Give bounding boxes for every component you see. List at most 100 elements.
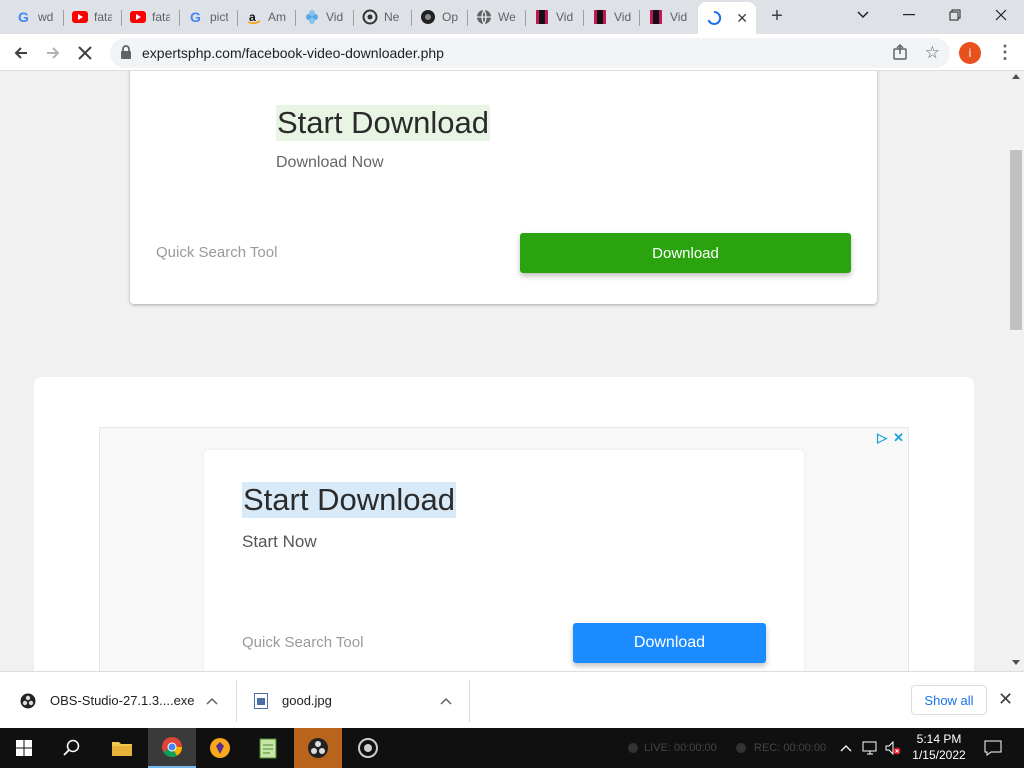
download-filename: good.jpg [282,693,332,708]
tab-3[interactable]: G pict [180,4,238,30]
youtube-icon [130,9,146,25]
close-shelf-icon[interactable]: ✕ [998,689,1013,710]
back-button[interactable] [8,40,34,66]
tab-label: We [498,10,516,24]
stop-icon [78,46,92,60]
url-text: expertsphp.com/facebook-video-downloader… [142,45,444,61]
close-tab-icon[interactable]: ✕ [736,10,748,27]
svg-text:G: G [190,9,201,25]
tab-7[interactable]: Op [412,4,468,30]
notepad-icon[interactable] [244,728,292,768]
tab-label: Op [442,10,459,24]
obs-icon [20,693,36,709]
tab-4[interactable]: a Am [238,4,296,30]
profile-avatar[interactable]: i [959,42,981,64]
close-window-button[interactable] [978,0,1024,30]
tab-2[interactable]: fata [122,4,180,30]
globe-icon [476,9,492,25]
minimize-icon [903,14,915,16]
video-icon [648,9,664,25]
back-arrow-icon [14,47,27,59]
download-item[interactable]: good.jpg [254,672,468,729]
card-heading: Start Download [276,105,490,141]
ad-download-button[interactable]: Download [573,623,766,663]
tray-expand-icon[interactable] [840,728,852,768]
tab-label: Ne [384,10,400,24]
tab-active[interactable]: ✕ [698,2,756,34]
chatgpt-icon [362,9,378,25]
tab-10[interactable]: Vid [584,4,640,30]
chevron-up-icon[interactable] [440,694,452,708]
scroll-down-arrow-icon[interactable] [1012,660,1020,665]
ad-card[interactable]: Start Download Start Now Quick Search To… [204,450,804,671]
obs-icon[interactable] [294,728,342,768]
download-item[interactable]: OBS-Studio-27.1.3....exe [20,672,236,729]
tab-label: Vid [670,10,688,24]
download-shelf: OBS-Studio-27.1.3....exe good.jpg Show a… [0,671,1024,728]
google-icon: G [16,9,32,25]
download-card: Start Download Download Now Quick Search… [130,71,877,304]
google-icon: G [188,9,204,25]
forward-button[interactable] [40,40,66,66]
scroll-up-arrow-icon[interactable] [1012,74,1020,79]
address-bar[interactable]: expertsphp.com/facebook-video-downloader… [110,38,950,68]
start-icon[interactable] [0,728,48,768]
new-tab-button[interactable]: + [766,6,788,28]
video-icon [592,9,608,25]
obs-live-text: LIVE: 00:00:00 [644,742,717,754]
tab-8[interactable]: We [468,4,526,30]
openai-icon [420,9,436,25]
tab-9[interactable]: Vid [526,4,584,30]
share-icon[interactable] [892,43,908,65]
network-icon[interactable] [862,728,880,768]
browser-toolbar: expertsphp.com/facebook-video-downloader… [0,34,1024,71]
chevron-up-icon[interactable] [206,694,218,708]
ad-heading[interactable]: Start Download [242,482,456,518]
tab-0[interactable]: G wd [8,4,64,30]
windows-taskbar: LIVE: 00:00:00 REC: 00:00:00 5:14 PM 1/1… [0,728,1024,768]
tab-label: fata [94,10,112,24]
download-button[interactable]: Download [520,233,851,273]
volume-muted-icon[interactable] [884,728,902,768]
search-icon[interactable] [48,728,96,768]
card-subheading[interactable]: Download Now [276,154,384,172]
download-filename: OBS-Studio-27.1.3....exe [50,693,195,708]
scrollbar-thumb[interactable] [1010,150,1022,330]
tab-search-button[interactable] [840,0,886,30]
brave-icon[interactable] [196,728,244,768]
clock-date: 1/15/2022 [912,748,966,762]
live-indicator-icon [628,743,638,753]
tab-label: Vid [556,10,574,24]
clock-time: 5:14 PM [916,732,962,746]
show-all-button[interactable]: Show all [911,685,987,715]
file-explorer-icon[interactable] [98,728,146,768]
tab-11[interactable]: Vid [640,4,698,30]
browser-menu-icon[interactable]: ⋮ [996,42,1014,64]
adchoices[interactable]: ▷ ✕ [877,430,904,446]
notification-icon[interactable] [984,728,1002,768]
tab-label: wd [38,10,54,24]
stop-loading-button[interactable] [72,40,98,66]
page-scrollbar[interactable] [1008,71,1024,671]
chrome-icon[interactable] [148,728,196,768]
obs-recorder-icon[interactable] [344,728,392,768]
tab-label: Vid [326,10,344,24]
ad-banner: ▷ ✕ Start Download Start Now Quick Searc… [99,427,909,671]
tab-5[interactable]: Vid [296,4,354,30]
tab-6[interactable]: Ne [354,4,412,30]
minimize-button[interactable] [886,0,932,30]
ad-subheading[interactable]: Start Now [242,532,317,552]
obs-rec-text: REC: 00:00:00 [754,742,827,754]
restore-button[interactable] [932,0,978,30]
ad-close-icon[interactable]: ✕ [893,430,904,446]
adchoices-icon[interactable]: ▷ [877,430,887,446]
close-icon [995,9,1007,21]
bookmark-star-icon[interactable]: ☆ [925,43,940,63]
tab-1[interactable]: fata [64,4,122,30]
obs-live-status: LIVE: 00:00:00 [628,728,717,768]
image-file-icon [254,692,268,709]
system-clock[interactable]: 5:14 PM 1/15/2022 [906,731,972,763]
svg-text:a: a [249,10,256,24]
ad-quick-search-text: Quick Search Tool [242,634,364,651]
youtube-icon [72,9,88,25]
